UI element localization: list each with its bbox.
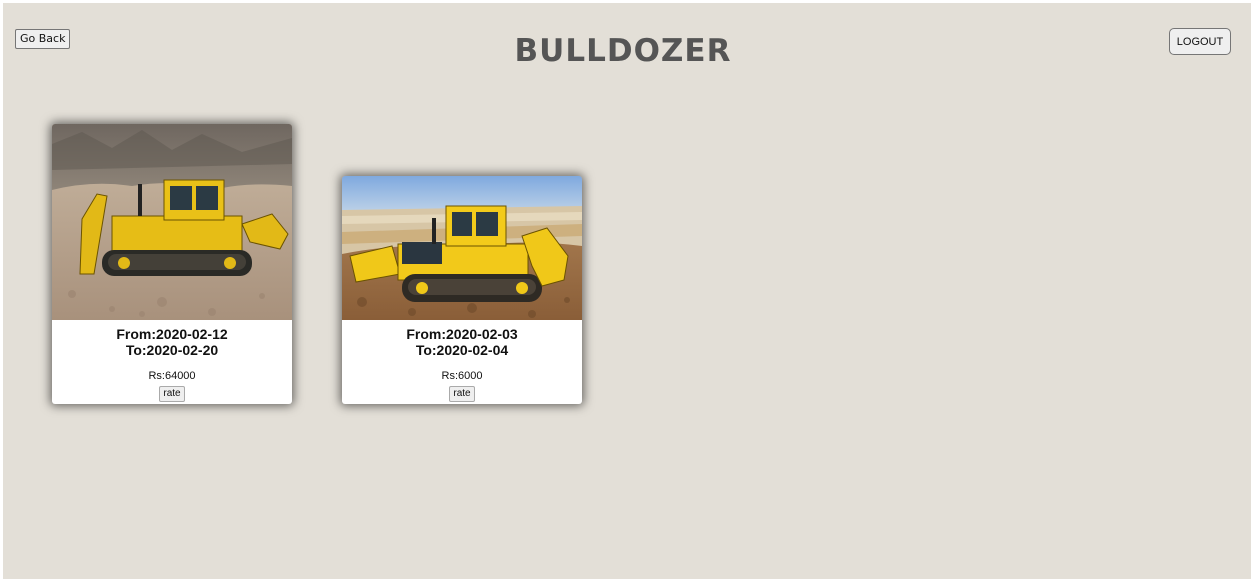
rate-button[interactable]: rate bbox=[159, 386, 185, 402]
booking-info: From:2020-02-12 To:2020-02-20 Rs:64000 r… bbox=[52, 326, 292, 402]
from-date: From:2020-02-03 bbox=[406, 326, 518, 342]
to-date: To:2020-02-04 bbox=[415, 342, 509, 358]
price-text: Rs:6000 bbox=[441, 370, 483, 382]
price-text: Rs:64000 bbox=[148, 370, 196, 382]
booking-card: From:2020-02-12 To:2020-02-20 Rs:64000 r… bbox=[52, 124, 292, 404]
rate-button[interactable]: rate bbox=[449, 386, 475, 402]
booking-card: From:2020-02-03 To:2020-02-04 Rs:6000 ra… bbox=[342, 176, 582, 404]
from-date: From:2020-02-12 bbox=[116, 326, 228, 342]
page-background: Go Back BULLDOZER LOGOUT From:2020-02-12… bbox=[3, 3, 1251, 579]
logout-button[interactable]: LOGOUT bbox=[1169, 28, 1231, 55]
bulldozer-image bbox=[342, 176, 582, 320]
to-date: To:2020-02-20 bbox=[125, 342, 219, 358]
page-title: BULLDOZER bbox=[514, 33, 732, 69]
bulldozer-image bbox=[52, 124, 292, 320]
booking-info: From:2020-02-03 To:2020-02-04 Rs:6000 ra… bbox=[342, 326, 582, 402]
